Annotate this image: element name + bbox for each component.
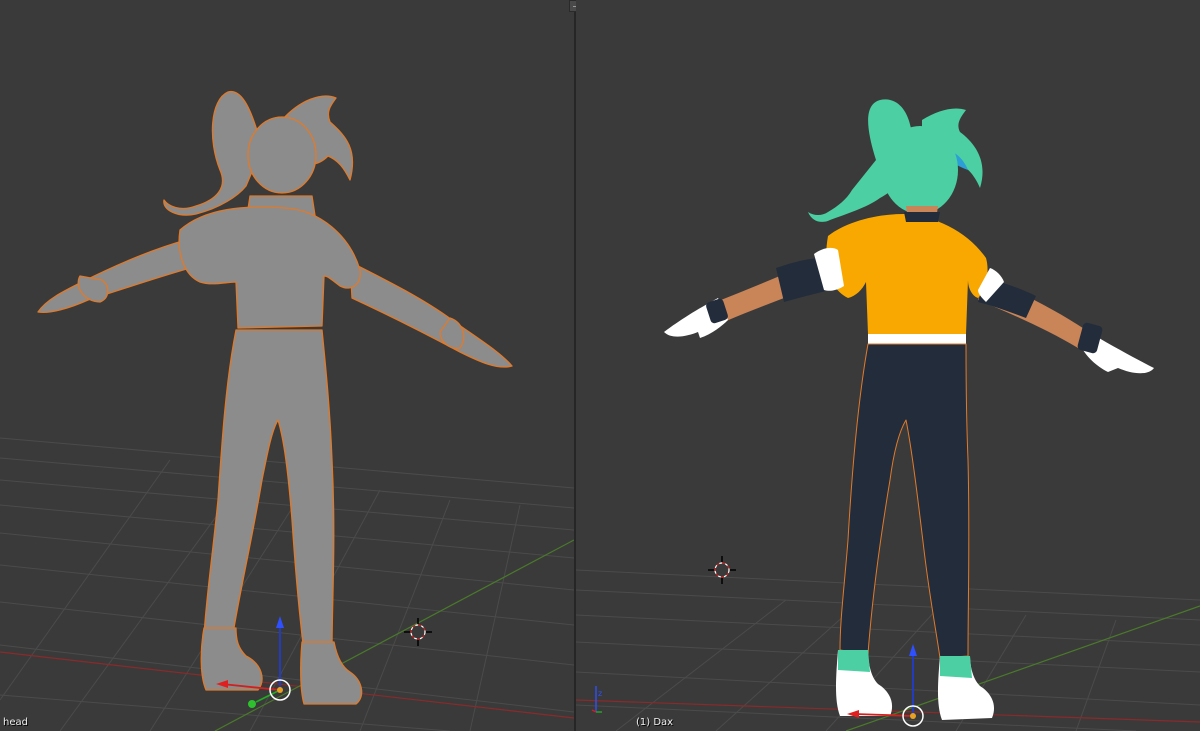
left-shoe-top <box>838 650 870 672</box>
head <box>247 116 317 194</box>
left-arm <box>37 239 191 314</box>
active-object-label: (1) Dax <box>636 717 674 728</box>
axis-y-line <box>214 539 574 731</box>
right-arm <box>349 261 513 368</box>
3d-cursor-icon[interactable] <box>404 618 432 646</box>
viewport-left-canvas[interactable] <box>0 0 574 731</box>
viewport-right-canvas[interactable]: z <box>576 0 1200 731</box>
svg-text:z: z <box>598 689 602 698</box>
floor-grid <box>0 437 574 731</box>
right-shoe-top <box>940 656 972 678</box>
legs <box>839 343 970 659</box>
jacket-hem <box>868 334 966 344</box>
head-back <box>882 126 958 214</box>
character-clay-mesh[interactable] <box>37 90 513 705</box>
character-rendered[interactable] <box>664 99 1154 720</box>
jacket <box>178 206 361 329</box>
ponytail <box>163 90 263 216</box>
viewport-right[interactable]: z (1) Dax <box>576 0 1200 731</box>
right-boot <box>300 641 363 705</box>
jacket <box>826 214 988 334</box>
axis-indicator-icon: z <box>591 686 602 713</box>
blender-window: head z (1) Dax <box>0 0 1200 731</box>
left-boot <box>200 627 263 691</box>
active-object-label: head <box>3 717 28 728</box>
legs <box>203 329 335 653</box>
choker <box>904 212 940 222</box>
axis-y-line <box>845 605 1200 731</box>
3d-cursor-icon[interactable] <box>708 556 736 584</box>
viewport-left[interactable]: head <box>0 0 574 731</box>
